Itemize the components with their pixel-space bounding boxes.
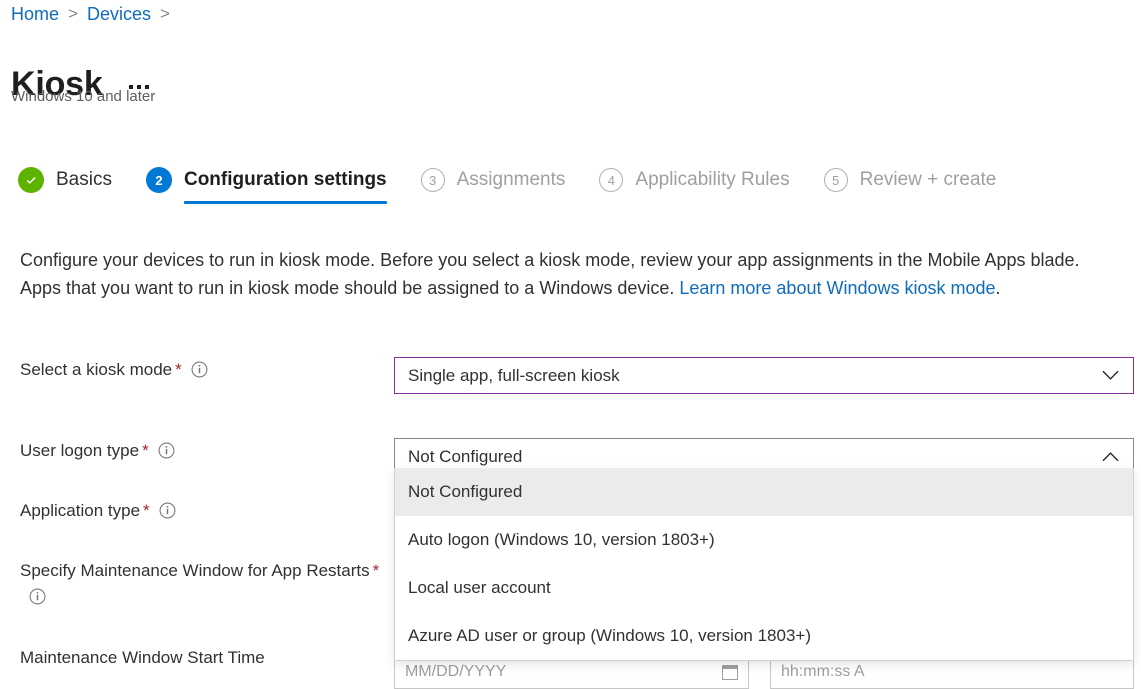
breadcrumb-item-devices[interactable]: Devices: [87, 2, 151, 26]
required-asterisk: *: [175, 360, 182, 379]
wizard-steps: Basics 2 Configuration settings 3 Assign…: [18, 158, 1030, 210]
label-text: Specify Maintenance Window for App Resta…: [20, 561, 370, 580]
wizard-step-label: Basics: [56, 167, 112, 193]
breadcrumb-separator-icon: >: [68, 2, 78, 26]
page-subtitle: Windows 10 and later: [11, 86, 155, 108]
page-header: Kiosk: [11, 40, 153, 128]
user-logon-type-dropdown-list: Not Configured Auto logon (Windows 10, v…: [394, 468, 1134, 661]
required-asterisk: *: [143, 501, 150, 520]
wizard-step-label: Configuration settings: [184, 167, 387, 193]
control-kiosk-mode: Single app, full-screen kiosk: [394, 357, 1134, 394]
description-text-end: .: [996, 278, 1001, 298]
chevron-up-icon: [1097, 444, 1123, 470]
required-asterisk: *: [142, 441, 149, 460]
step-number-badge: 5: [824, 168, 848, 192]
wizard-step-assignments[interactable]: 3 Assignments: [421, 158, 566, 202]
dropdown-option-label: Azure AD user or group (Windows 10, vers…: [408, 626, 811, 646]
step-number-badge: 3: [421, 168, 445, 192]
user-logon-type-value: Not Configured: [408, 445, 1097, 469]
info-icon[interactable]: [191, 360, 208, 377]
check-icon: [18, 167, 44, 193]
wizard-step-label: Applicability Rules: [635, 167, 789, 193]
breadcrumb-item-home[interactable]: Home: [11, 2, 59, 26]
kiosk-mode-value: Single app, full-screen kiosk: [408, 364, 1097, 388]
chevron-down-icon: [1097, 363, 1123, 389]
info-icon[interactable]: [159, 501, 176, 518]
dropdown-option-label: Local user account: [408, 578, 551, 598]
calendar-icon: [722, 665, 738, 680]
label-text: Maintenance Window Start Time: [20, 648, 265, 667]
wizard-step-label: Review + create: [860, 167, 997, 193]
field-label-user-logon-type: User logon type*: [20, 438, 380, 464]
wizard-step-basics[interactable]: Basics: [18, 158, 112, 202]
dropdown-option-local-user-account[interactable]: Local user account: [395, 564, 1133, 612]
active-step-underline: [184, 201, 387, 204]
learn-more-link[interactable]: Learn more about Windows kiosk mode: [679, 278, 995, 298]
step-number-badge: 4: [599, 168, 623, 192]
field-label-application-type: Application type*: [20, 498, 380, 524]
dropdown-option-auto-logon[interactable]: Auto logon (Windows 10, version 1803+): [395, 516, 1133, 564]
wizard-step-configuration-settings[interactable]: 2 Configuration settings: [146, 158, 387, 202]
field-label-kiosk-mode: Select a kiosk mode*: [20, 357, 380, 383]
breadcrumb-separator-icon: >: [160, 2, 170, 26]
dropdown-option-azure-ad-user-or-group[interactable]: Azure AD user or group (Windows 10, vers…: [395, 612, 1133, 660]
field-label-maintenance-window: Specify Maintenance Window for App Resta…: [20, 558, 380, 610]
info-icon[interactable]: [29, 587, 46, 604]
wizard-step-label: Assignments: [457, 167, 566, 193]
maintenance-time-value: hh:mm:ss A: [781, 663, 865, 681]
wizard-step-review-create[interactable]: 5 Review + create: [824, 158, 997, 202]
info-icon[interactable]: [158, 441, 175, 458]
label-text: Select a kiosk mode: [20, 360, 172, 379]
breadcrumb: Home > Devices >: [11, 2, 179, 26]
step-number-badge: 2: [146, 167, 172, 193]
page-description: Configure your devices to run in kiosk m…: [20, 246, 1090, 302]
label-text: Application type: [20, 501, 140, 520]
dropdown-option-label: Not Configured: [408, 482, 522, 502]
field-label-maintenance-start-time: Maintenance Window Start Time: [20, 645, 380, 671]
required-asterisk: *: [373, 561, 380, 580]
label-text: User logon type: [20, 441, 139, 460]
maintenance-date-value: MM/DD/YYYY: [405, 663, 506, 681]
kiosk-mode-dropdown[interactable]: Single app, full-screen kiosk: [394, 357, 1134, 394]
dropdown-option-label: Auto logon (Windows 10, version 1803+): [408, 530, 715, 550]
wizard-step-applicability-rules[interactable]: 4 Applicability Rules: [599, 158, 789, 202]
dropdown-option-not-configured[interactable]: Not Configured: [395, 468, 1133, 516]
